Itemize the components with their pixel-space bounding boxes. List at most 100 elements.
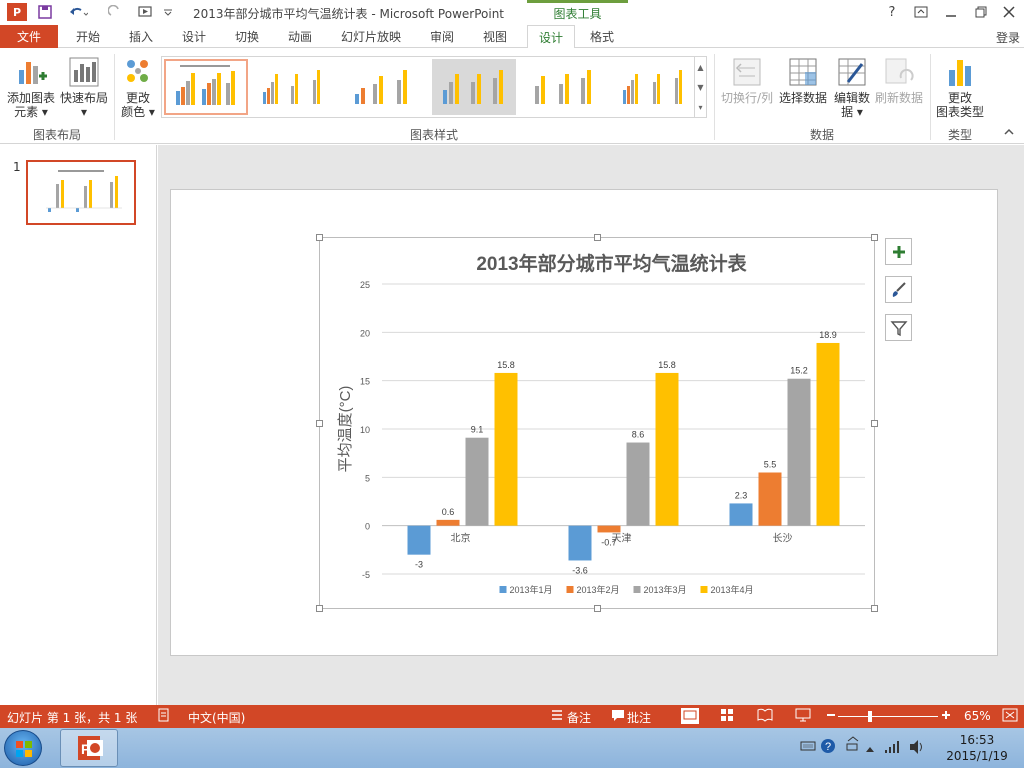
tray-expand-icon[interactable] [843, 736, 863, 761]
tab-file[interactable]: 文件 [0, 25, 58, 48]
data-label: 0.6 [442, 507, 455, 517]
save-icon[interactable] [36, 3, 54, 21]
normal-view-icon[interactable] [680, 707, 700, 728]
tab-home[interactable]: 开始 [68, 25, 108, 48]
chart-style-5[interactable] [522, 59, 606, 115]
tab-chart-format[interactable]: 格式 [582, 25, 622, 48]
tab-chart-design[interactable]: 设计 [527, 25, 575, 49]
chart-filters-button[interactable] [885, 314, 912, 341]
slide-sorter-view-icon[interactable] [720, 708, 734, 725]
zoom-out-icon[interactable] [826, 708, 836, 725]
comments-icon[interactable] [611, 708, 625, 725]
minimize-icon[interactable] [940, 2, 962, 22]
gallery-more-icon[interactable]: ▾ [694, 97, 706, 117]
language-status[interactable]: 中文(中国) [188, 709, 245, 726]
comments-button[interactable]: 批注 [627, 709, 651, 726]
chart-style-2[interactable] [252, 59, 336, 115]
change-colors-button[interactable]: 更改 颜色 ▾ [118, 56, 158, 119]
resize-handle[interactable] [316, 234, 323, 241]
zoom-slider-track[interactable] [838, 716, 938, 717]
chart-object[interactable]: 2013年部分城市平均气温统计表 平均温度(°C) -5 0 5 10 15 20 25 -3 0.… [316, 234, 878, 612]
spell-check-icon[interactable] [157, 708, 171, 725]
chart-style-1[interactable] [164, 59, 248, 115]
edit-data-button[interactable]: 编辑数 据 ▾ [830, 56, 874, 119]
slideshow-view-icon[interactable] [795, 708, 811, 725]
taskbar-powerpoint-button[interactable]: P [60, 729, 118, 767]
powerpoint-logo-icon[interactable]: P [7, 3, 27, 21]
palette-icon [127, 60, 148, 82]
tab-view[interactable]: 视图 [475, 25, 515, 48]
keyboard-icon[interactable] [800, 740, 816, 755]
chart-style-4[interactable] [432, 59, 516, 115]
resize-handle[interactable] [594, 605, 601, 612]
start-from-beginning-icon[interactable] [136, 3, 158, 21]
show-hidden-icons-icon[interactable] [865, 742, 875, 756]
edit-data-label: 编辑数 [833, 91, 870, 105]
tab-design[interactable]: 设计 [174, 25, 214, 48]
fit-slide-icon[interactable] [1002, 708, 1018, 725]
zoom-slider-thumb[interactable] [868, 711, 872, 722]
x-category-label: 长沙 [773, 533, 793, 545]
network-icon[interactable] [884, 740, 900, 757]
resize-handle[interactable] [594, 234, 601, 241]
window-title: 2013年部分城市平均气温统计表 - Microsoft PowerPoint [193, 7, 504, 21]
help-tray-icon[interactable]: ? [820, 738, 836, 757]
chart-styles-button[interactable] [885, 276, 912, 303]
resize-handle[interactable] [871, 605, 878, 612]
zoom-level[interactable]: 65% [964, 709, 991, 723]
reading-view-icon[interactable] [757, 708, 773, 725]
tab-transitions[interactable]: 切换 [227, 25, 267, 48]
change-chart-type-button[interactable]: 更改 图表类型 [934, 56, 986, 119]
redo-icon[interactable] [106, 3, 124, 21]
bar [787, 378, 811, 526]
refresh-data-button[interactable]: 刷新数据 [872, 56, 926, 105]
data-label: 15.8 [658, 360, 676, 370]
resize-handle[interactable] [316, 420, 323, 427]
add-chart-element-button[interactable]: 添加图表 元素 ▾ [4, 56, 58, 119]
slide-thumbnail[interactable] [26, 160, 136, 225]
system-clock[interactable]: 16:53 2015/1/19 [942, 732, 1012, 764]
resize-handle[interactable] [871, 234, 878, 241]
quick-layout-button[interactable]: 快速布局 ▾ [58, 56, 110, 119]
chart-elements-button[interactable] [885, 238, 912, 265]
resize-handle[interactable] [316, 605, 323, 612]
chart-style-3[interactable] [342, 59, 426, 115]
chart-style-6[interactable] [612, 59, 696, 115]
column-chart[interactable]: 2013年部分城市平均气温统计表平均温度(°C) -5 0 5 10 15 20 25 -3 0.… [320, 238, 876, 610]
x-category-label: 北京 [451, 532, 471, 545]
y-axis-label: 平均温度(°C) [337, 386, 354, 473]
notes-icon[interactable] [550, 708, 564, 725]
customize-quick-access-icon[interactable] [162, 3, 174, 21]
gallery-scroll-up-icon[interactable]: ▲ [694, 57, 706, 77]
notes-button[interactable]: 备注 [567, 709, 591, 726]
edit-data-label-2: 据 ▾ [841, 105, 863, 119]
switch-row-column-button[interactable]: 切换行/列 [718, 56, 776, 105]
help-button[interactable]: ? [881, 2, 903, 22]
tab-review[interactable]: 审阅 [422, 25, 462, 48]
restore-icon[interactable] [970, 2, 992, 22]
add-chart-element-icon [19, 62, 47, 84]
legend-entry: 2013年2月 [577, 584, 620, 595]
bar [568, 525, 592, 561]
zoom-in-icon[interactable] [941, 708, 951, 725]
slide-count-status[interactable]: 幻灯片 第 1 张，共 1 张 [7, 709, 137, 726]
bar [465, 437, 489, 526]
tab-animations[interactable]: 动画 [280, 25, 320, 48]
windows-start-icon[interactable] [4, 730, 42, 766]
y-tick-label: 20 [360, 328, 370, 338]
tab-insert[interactable]: 插入 [121, 25, 161, 48]
type-group-label: 类型 [947, 128, 972, 142]
gallery-scroll-down-icon[interactable]: ▼ [694, 77, 706, 97]
ribbon-tabs: 文件 开始 插入 设计 切换 动画 幻灯片放映 审阅 视图 设计 格式 登录 [0, 25, 1024, 49]
sign-in-link[interactable]: 登录 [996, 29, 1020, 46]
dropdown-arrow-icon: ▾ [80, 105, 88, 119]
collapse-ribbon-icon[interactable] [1004, 128, 1014, 139]
slide-canvas[interactable]: 2013年部分城市平均气温统计表 平均温度(°C) -5 0 5 10 15 20 25 -3 0.… [170, 189, 998, 656]
ribbon-display-options-icon[interactable] [910, 2, 932, 22]
resize-handle[interactable] [871, 420, 878, 427]
select-data-button[interactable]: 选择数据 [776, 56, 830, 105]
close-icon[interactable] [998, 2, 1020, 22]
tab-slideshow[interactable]: 幻灯片放映 [333, 25, 409, 48]
undo-icon[interactable] [66, 3, 90, 21]
volume-icon[interactable] [908, 739, 926, 758]
